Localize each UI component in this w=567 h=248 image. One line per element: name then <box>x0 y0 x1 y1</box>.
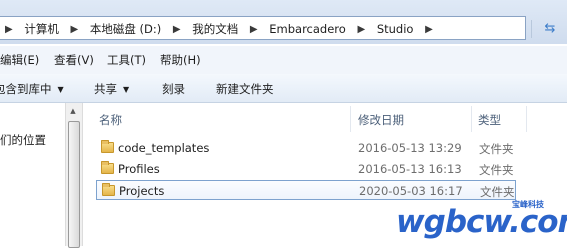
include-in-library-label: 包含到库中 <box>0 82 52 96</box>
file-type: 文件夹 <box>479 163 514 177</box>
watermark: wgbcw.com <box>396 204 567 240</box>
nav-scrollbar[interactable]: ▲ <box>65 103 83 248</box>
file-name: Profiles <box>118 162 160 176</box>
column-name[interactable]: 名称 <box>99 112 122 128</box>
menu-tools[interactable]: 工具(T) <box>107 52 146 68</box>
breadcrumb: ▶ 计算机 ▶ 本地磁盘 (D:) ▶ 我的文档 ▶ Embarcadero ▶… <box>5 21 441 37</box>
burn-button[interactable]: 刻录 <box>162 81 185 97</box>
file-row[interactable]: Profiles 2016-05-13 16:13 文件夹 <box>96 159 516 179</box>
include-in-library-button[interactable]: 包含到库中 ▼ <box>0 81 64 97</box>
crumb-local-disk[interactable]: 本地磁盘 (D:) <box>90 21 161 37</box>
file-row[interactable]: code_templates 2016-05-13 13:29 文件夹 <box>96 138 516 158</box>
column-modified[interactable]: 修改日期 <box>358 112 404 128</box>
file-row-selected[interactable]: Projects 2020-05-03 16:17 文件夹 <box>96 180 516 200</box>
folder-icon <box>101 161 114 174</box>
column-divider[interactable] <box>350 106 351 132</box>
folder-icon <box>101 140 114 153</box>
file-modified: 2016-05-13 16:13 <box>358 162 462 176</box>
chevron-right-icon[interactable]: ▶ <box>425 24 433 35</box>
file-type: 文件夹 <box>479 142 514 156</box>
menu-help[interactable]: 帮助(H) <box>160 52 201 68</box>
chevron-right-icon[interactable]: ▶ <box>71 24 79 35</box>
share-button[interactable]: 共享 ▼ <box>94 81 129 97</box>
column-header-row: 名称 修改日期 类型 <box>82 103 567 133</box>
file-modified: 2020-05-03 16:17 <box>359 184 463 198</box>
scroll-up-icon[interactable]: ▲ <box>67 105 79 117</box>
share-label: 共享 <box>94 82 117 96</box>
chevron-right-icon[interactable]: ▶ <box>173 24 181 35</box>
file-type: 文件夹 <box>480 185 515 199</box>
address-strip: ▶ 计算机 ▶ 本地磁盘 (D:) ▶ 我的文档 ▶ Embarcadero ▶… <box>0 0 567 44</box>
file-name: code_templates <box>118 141 210 155</box>
crumb-my-documents[interactable]: 我的文档 <box>192 21 238 37</box>
column-divider[interactable] <box>526 106 527 132</box>
address-bar[interactable]: ▶ 计算机 ▶ 本地磁盘 (D:) ▶ 我的文档 ▶ Embarcadero ▶… <box>0 16 526 40</box>
crumb-embarcadero[interactable]: Embarcadero <box>269 22 346 36</box>
column-type[interactable]: 类型 <box>478 112 501 128</box>
menu-edit[interactable]: 编辑(E) <box>0 52 39 68</box>
crumb-studio[interactable]: Studio <box>377 22 414 36</box>
crumb-computer[interactable]: 计算机 <box>24 21 59 37</box>
new-folder-button[interactable]: 新建文件夹 <box>216 81 274 97</box>
file-modified: 2016-05-13 13:29 <box>358 141 462 155</box>
file-name: Projects <box>119 184 165 198</box>
scroll-thumb[interactable] <box>68 121 80 248</box>
navigation-pane: 们的位置 <box>0 103 64 246</box>
folder-icon <box>102 183 115 196</box>
caret-down-icon: ▼ <box>123 85 130 94</box>
command-bar: 包含到库中 ▼ 共享 ▼ 刻录 新建文件夹 <box>0 74 567 103</box>
menu-view[interactable]: 查看(V) <box>54 52 94 68</box>
nav-item-location[interactable]: 们的位置 <box>0 132 46 148</box>
chevron-right-icon[interactable]: ▶ <box>250 24 258 35</box>
chevron-right-icon[interactable]: ▶ <box>357 24 365 35</box>
menu-bar: 编辑(E) 查看(V) 工具(T) 帮助(H) <box>0 46 567 75</box>
chevron-right-icon[interactable]: ▶ <box>5 24 13 35</box>
divider <box>531 20 532 38</box>
column-divider[interactable] <box>471 106 472 132</box>
caret-down-icon: ▼ <box>57 85 64 94</box>
refresh-icon[interactable]: ⇆ <box>539 18 561 40</box>
